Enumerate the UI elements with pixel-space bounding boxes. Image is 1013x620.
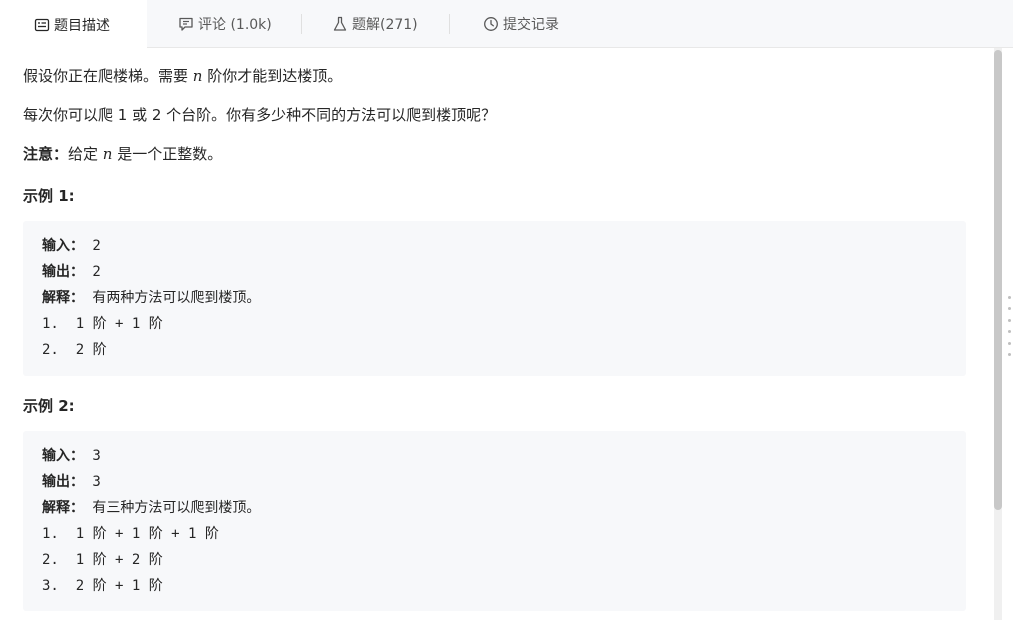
tab-label: 题目描述 (54, 17, 110, 34)
example-output: 输出： 3 (42, 474, 101, 490)
example-step: 2. 1 阶 + 2 阶 (42, 552, 163, 568)
problem-note: 注意：给定 n 是一个正整数。 (23, 145, 223, 163)
clock-icon (483, 16, 499, 32)
tab-label: 提交记录 (503, 17, 559, 33)
example-input: 输入： 3 (42, 448, 101, 464)
problem-paragraph-1: 假设你正在爬楼梯。需要 n 阶你才能到达楼顶。 (23, 67, 343, 85)
example-explanation: 解释： 有两种方法可以爬到楼顶。 (42, 290, 261, 306)
tab-label: 评论 (1.0k) (198, 17, 272, 33)
scrollbar-thumb[interactable] (994, 50, 1002, 510)
flask-icon (332, 16, 348, 32)
example-step: 3. 2 阶 + 1 阶 (42, 578, 163, 594)
resize-grip-icon[interactable] (1006, 296, 1012, 356)
example-step: 1. 1 阶 + 1 阶 (42, 316, 163, 332)
example-1-codebox: 输入： 2 输出： 2 解释： 有两种方法可以爬到楼顶。 1. 1 阶 + 1 … (23, 221, 966, 376)
example-2-codebox: 输入： 3 输出： 3 解释： 有三种方法可以爬到楼顶。 1. 1 阶 + 1 … (23, 431, 966, 611)
example-explanation: 解释： 有三种方法可以爬到楼顶。 (42, 500, 261, 516)
tab-submissions[interactable]: 提交记录 (483, 0, 559, 48)
example-output: 输出： 2 (42, 264, 101, 280)
description-icon (34, 17, 50, 33)
example-2-title: 示例 2: (23, 397, 75, 415)
tab-divider (301, 14, 302, 34)
example-step: 2. 2 阶 (42, 342, 107, 358)
tab-label: 题解(271) (352, 17, 418, 33)
comment-icon (178, 16, 194, 32)
problem-paragraph-2: 每次你可以爬 1 或 2 个台阶。你有多少种不同的方法可以爬到楼顶呢？ (23, 106, 497, 124)
example-1-title: 示例 1: (23, 187, 75, 205)
problem-description: 假设你正在爬楼梯。需要 n 阶你才能到达楼顶。 每次你可以爬 1 或 2 个台阶… (0, 48, 995, 620)
tab-divider (449, 14, 450, 34)
example-step: 1. 1 阶 + 1 阶 + 1 阶 (42, 526, 219, 542)
vertical-scrollbar[interactable] (994, 48, 1002, 620)
tab-bar: 题目描述 评论 (1.0k) 题解(271) 提交记录 (0, 0, 1013, 49)
tab-solutions[interactable]: 题解(271) (332, 0, 418, 48)
example-input: 输入： 2 (42, 238, 101, 254)
tab-comments[interactable]: 评论 (1.0k) (178, 0, 272, 48)
tab-description[interactable]: 题目描述 (0, 0, 147, 49)
